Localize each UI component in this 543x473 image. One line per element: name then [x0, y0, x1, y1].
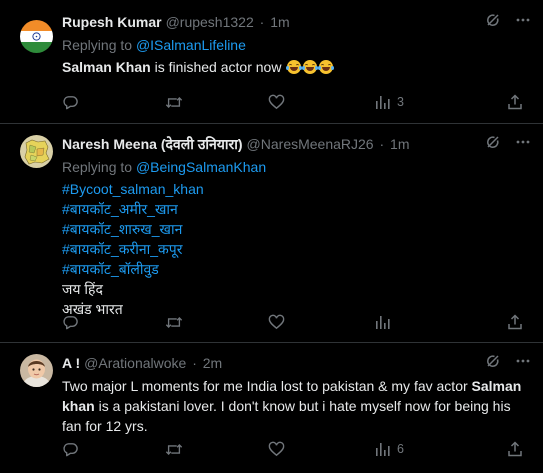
replying-to: Replying to @ISalmanLifeline: [62, 35, 531, 55]
hashtag-link[interactable]: #बायकॉट_बॉलीवुड: [62, 259, 531, 279]
reply-icon: [62, 441, 79, 458]
separator-dot: ·: [192, 355, 197, 371]
separator-dot: ·: [379, 136, 385, 152]
tweet-line: जय हिंद: [62, 281, 103, 297]
share-icon: [507, 314, 523, 330]
avatar[interactable]: [20, 20, 53, 53]
timestamp[interactable]: 1m: [390, 136, 409, 152]
share-button[interactable]: [507, 312, 523, 332]
display-name[interactable]: Rupesh Kumar: [62, 14, 162, 30]
repost-icon: [165, 441, 183, 458]
hashtag-link[interactable]: #बायकॉट_करीना_कपूर: [62, 239, 531, 259]
tweet-actions: 6: [62, 439, 531, 459]
tweet-text-part1: Two major L moments for me India lost to…: [62, 378, 472, 394]
timestamp[interactable]: 2m: [203, 355, 222, 371]
views-button[interactable]: 3: [375, 92, 404, 112]
share-button[interactable]: [507, 439, 523, 459]
like-button[interactable]: [268, 92, 291, 112]
reply-icon: [62, 314, 79, 331]
repost-button[interactable]: [165, 439, 189, 459]
repost-icon: [165, 314, 183, 331]
face-with-tears-of-joy-icon: [302, 60, 319, 74]
share-icon: [507, 94, 523, 110]
avatar[interactable]: [20, 135, 53, 168]
like-button[interactable]: [268, 439, 291, 459]
avatar[interactable]: [20, 354, 53, 387]
like-icon: [268, 314, 285, 331]
views-count: 3: [397, 95, 404, 109]
tweet-text-rest: is finished actor now: [150, 59, 282, 75]
tweet-a[interactable]: A ! @Arationalwoke · 2m Two major L momen…: [0, 343, 543, 473]
grok-icon[interactable]: [485, 12, 501, 33]
replying-prefix: Replying to: [62, 159, 133, 175]
tweet-actions: [62, 312, 531, 332]
share-icon: [507, 441, 523, 457]
reply-icon: [62, 94, 79, 111]
grok-icon[interactable]: [485, 134, 501, 155]
reply-button[interactable]: [62, 92, 85, 112]
tweet-header: A ! @Arationalwoke · 2m: [62, 353, 531, 373]
face-with-tears-of-joy-icon: [286, 60, 303, 74]
face-with-tears-of-joy-icon: [318, 60, 335, 74]
display-name[interactable]: Naresh Meena (देवली उनियारा): [62, 136, 243, 152]
repost-icon: [165, 94, 183, 111]
hashtag-link[interactable]: #बायकॉट_अमीर_खान: [62, 199, 531, 219]
views-button[interactable]: [375, 312, 397, 332]
separator-dot: ·: [259, 14, 265, 30]
views-count: 6: [397, 442, 404, 456]
tweet-actions: 3: [62, 92, 531, 112]
mention-link[interactable]: @ISalmanLifeline: [136, 37, 246, 53]
timestamp[interactable]: 1m: [270, 14, 289, 30]
hashtag-link[interactable]: #बायकॉट_शारुख_खान: [62, 219, 531, 239]
handle[interactable]: @NaresMeenaRJ26: [247, 136, 374, 152]
mention-link[interactable]: @BeingSalmanKhan: [136, 159, 266, 175]
replying-prefix: Replying to: [62, 37, 133, 53]
tweet-header: Naresh Meena (देवली उनियारा) @NaresMeenaR…: [62, 134, 531, 154]
repost-button[interactable]: [165, 92, 189, 112]
handle[interactable]: @Arationalwoke: [84, 355, 186, 371]
tweet-text: Salman Khan is finished actor now: [62, 57, 531, 77]
more-icon[interactable]: [515, 353, 531, 374]
like-icon: [268, 94, 285, 111]
tweet-naresh-meena[interactable]: Naresh Meena (देवली उनियारा) @NaresMeenaR…: [0, 124, 543, 343]
tweet-text-bold: Salman Khan: [62, 59, 151, 75]
views-icon: [375, 441, 391, 457]
reply-button[interactable]: [62, 439, 85, 459]
tweet-text-part2: is a pakistani lover. I don't know but i…: [62, 398, 511, 434]
tweet-rupesh-kumar[interactable]: Rupesh Kumar @rupesh1322 · 1m Replying to…: [0, 0, 543, 124]
tweet-text: #Bycoot_salman_khan #बायकॉट_अमीर_खान #बा…: [62, 179, 531, 319]
grok-icon[interactable]: [485, 353, 501, 374]
views-icon: [375, 314, 391, 330]
like-button[interactable]: [268, 312, 291, 332]
display-name[interactable]: A !: [62, 355, 80, 371]
handle[interactable]: @rupesh1322: [166, 14, 254, 30]
tweet-text: Two major L moments for me India lost to…: [62, 376, 531, 436]
more-icon[interactable]: [515, 134, 531, 155]
like-icon: [268, 441, 285, 458]
hashtag-link[interactable]: #Bycoot_salman_khan: [62, 179, 531, 199]
reply-button[interactable]: [62, 312, 85, 332]
share-button[interactable]: [507, 92, 523, 112]
views-button[interactable]: 6: [375, 439, 404, 459]
views-icon: [375, 94, 391, 110]
replying-to: Replying to @BeingSalmanKhan: [62, 157, 531, 177]
tweet-header: Rupesh Kumar @rupesh1322 · 1m: [62, 12, 531, 32]
repost-button[interactable]: [165, 312, 189, 332]
more-icon[interactable]: [515, 12, 531, 33]
